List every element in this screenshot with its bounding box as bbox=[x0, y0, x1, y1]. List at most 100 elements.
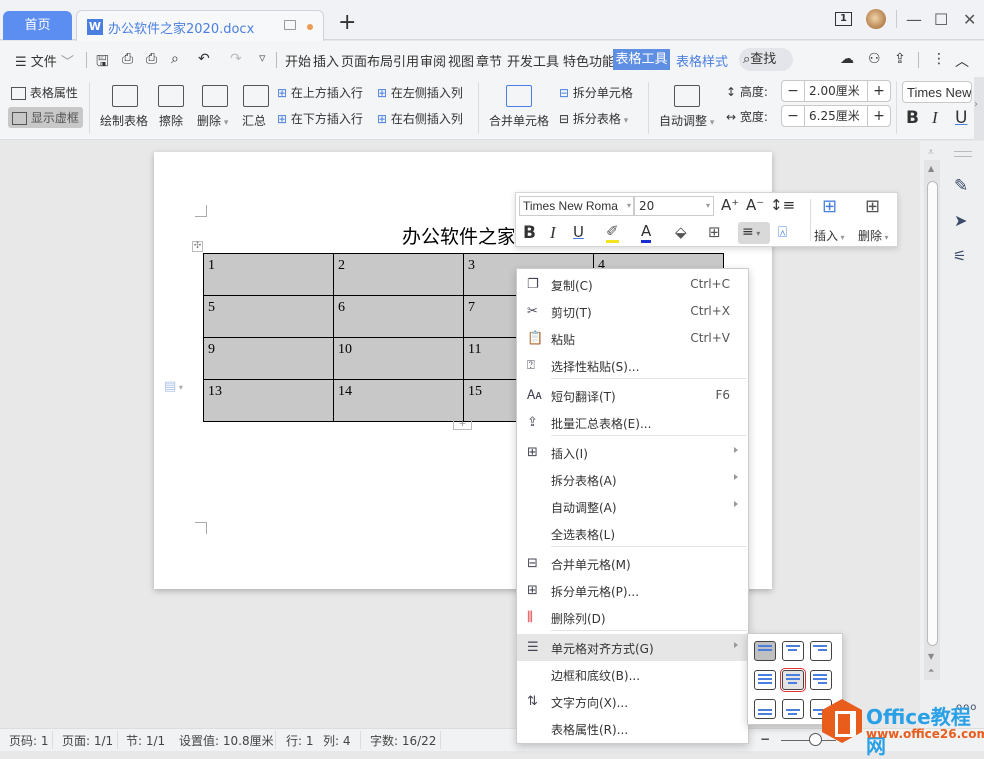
format-painter-icon[interactable]: ⍓ bbox=[778, 223, 787, 241]
more-icon[interactable]: ⋮ bbox=[932, 51, 946, 67]
share-icon[interactable]: ⇪ bbox=[894, 51, 906, 67]
tab-page-layout[interactable]: 页面布局 bbox=[341, 51, 393, 70]
align-top-left-button[interactable] bbox=[754, 641, 776, 661]
delete-button[interactable]: 删除 ▾ bbox=[197, 112, 228, 129]
pane-split-icon[interactable]: ⩡ bbox=[928, 147, 934, 158]
merge-cells-button[interactable]: 合并单元格 bbox=[489, 112, 549, 129]
context-menu-item[interactable]: ✂ 剪切(T) Ctrl+X bbox=[517, 298, 748, 325]
undo-icon[interactable]: ↶ bbox=[198, 51, 210, 67]
table-cell[interactable]: 6 bbox=[333, 295, 464, 338]
search-button[interactable]: ⌕查找 bbox=[739, 48, 793, 71]
split-table-button[interactable]: ⊟ 拆分表格 ▾ bbox=[559, 110, 628, 127]
context-menu-item[interactable]: ⫼ 删除列(D) bbox=[517, 604, 748, 631]
document-title[interactable]: 办公软件之家2020 bbox=[402, 222, 514, 249]
print-preview-icon[interactable]: ⌕ bbox=[171, 51, 179, 67]
tab-chapter[interactable]: 章节 bbox=[476, 51, 502, 70]
column-width-input[interactable]: 6.25厘米 bbox=[804, 106, 868, 126]
context-menu-item[interactable]: 拆分表格(A) bbox=[517, 466, 748, 493]
auto-fit-button[interactable]: 自动调整 ▾ bbox=[659, 112, 714, 129]
new-tab-button[interactable]: + bbox=[338, 12, 356, 34]
minimize-button[interactable]: — bbox=[906, 10, 922, 29]
status-row[interactable]: 行: 1 bbox=[286, 732, 314, 749]
mini-delete-button[interactable]: 删除 ▾ bbox=[858, 227, 889, 244]
ribbon-scroll-right-button[interactable]: › bbox=[974, 77, 984, 140]
table-cell[interactable]: 10 bbox=[333, 337, 464, 380]
status-column[interactable]: 列: 4 bbox=[323, 732, 351, 749]
add-row-button[interactable]: + bbox=[453, 419, 472, 430]
tab-developer[interactable]: 开发工具 bbox=[507, 51, 559, 70]
align-dropdown-button[interactable]: ≡ ▾ bbox=[738, 222, 770, 244]
tab-table-tools[interactable]: 表格工具 bbox=[613, 49, 670, 70]
save-icon[interactable]: 🖫 bbox=[96, 51, 109, 76]
decrease-width-button[interactable]: − bbox=[782, 108, 804, 124]
increase-height-button[interactable]: + bbox=[868, 83, 890, 99]
maximize-button[interactable]: ☐ bbox=[934, 10, 948, 29]
mini-size-select[interactable]: 20 ▾ bbox=[634, 196, 714, 216]
tab-document[interactable]: W 办公软件之家2020.docx bbox=[76, 10, 324, 41]
tab-view[interactable]: 视图 bbox=[448, 51, 474, 70]
shrink-font-icon[interactable]: A⁻ bbox=[746, 196, 764, 214]
context-menu-item[interactable]: ⊟ 合并单元格(M) bbox=[517, 550, 748, 577]
add-user-icon[interactable]: ⚇ bbox=[868, 51, 881, 67]
decrease-height-button[interactable]: − bbox=[782, 83, 804, 99]
align-middle-left-button[interactable] bbox=[754, 670, 776, 690]
tab-features[interactable]: 特色功能 bbox=[563, 51, 615, 70]
draw-table-button[interactable]: 绘制表格 bbox=[100, 112, 148, 129]
collapse-ribbon-icon[interactable]: ︿ bbox=[955, 51, 969, 71]
table-cell[interactable]: 9 bbox=[203, 337, 334, 380]
mini-underline-icon[interactable]: U bbox=[573, 223, 584, 241]
row-height-stepper[interactable]: − 2.00厘米 + bbox=[781, 80, 891, 102]
tab-review[interactable]: 审阅 bbox=[420, 51, 446, 70]
scroll-down-arrow-icon[interactable]: ▼ bbox=[928, 652, 934, 661]
insert-col-left-button[interactable]: ⊞ 在左侧插入列 bbox=[377, 84, 463, 101]
align-middle-center-button[interactable] bbox=[780, 668, 806, 692]
scrollbar-thumb[interactable] bbox=[927, 181, 938, 646]
table-move-handle[interactable]: ✣ bbox=[192, 241, 203, 252]
shading-icon[interactable]: ⬙ bbox=[675, 223, 687, 241]
export-icon[interactable]: ⎙ bbox=[122, 51, 133, 67]
zoom-slider-handle[interactable] bbox=[809, 733, 822, 746]
print-icon[interactable]: ⎙ bbox=[146, 51, 157, 67]
file-menu[interactable]: ☰ 文件 ﹀ bbox=[15, 51, 74, 70]
font-color-icon[interactable]: A bbox=[641, 223, 652, 243]
align-middle-right-button[interactable] bbox=[810, 670, 832, 690]
split-cells-button[interactable]: ⊟ 拆分单元格 bbox=[559, 84, 633, 101]
redo-icon[interactable]: ↷ bbox=[230, 51, 242, 67]
table-cell[interactable]: 2 bbox=[333, 253, 464, 296]
context-menu-item[interactable]: ☰ 单元格对齐方式(G) bbox=[517, 634, 748, 661]
insert-col-right-button[interactable]: ⊞ 在右侧插入列 bbox=[377, 110, 463, 127]
status-section[interactable]: 节: 1/1 bbox=[126, 732, 165, 749]
status-pages[interactable]: 页面: 1/1 bbox=[62, 732, 113, 749]
table-properties-button[interactable]: 表格属性 bbox=[11, 84, 78, 101]
row-height-input[interactable]: 2.00厘米 bbox=[804, 81, 868, 101]
align-bottom-left-button[interactable] bbox=[754, 699, 776, 719]
adjust-settings-icon[interactable]: ⚟ bbox=[953, 247, 966, 265]
context-menu-item[interactable]: 全选表格(L) bbox=[517, 520, 748, 547]
status-page-number[interactable]: 页码: 1 bbox=[9, 732, 49, 749]
bold-button[interactable]: B bbox=[906, 108, 919, 128]
window-count-badge[interactable]: 1 bbox=[835, 12, 852, 26]
context-menu-item[interactable]: ⇪ 批量汇总表格(E)... bbox=[517, 409, 748, 436]
context-menu-item[interactable]: 📋 粘贴 Ctrl+V bbox=[517, 325, 748, 352]
borders-icon[interactable]: ⊞ bbox=[708, 223, 721, 241]
context-menu-item[interactable]: ⇅ 文字方向(X)... bbox=[517, 688, 748, 715]
insert-row-below-button[interactable]: ⊞ 在下方插入行 bbox=[277, 110, 363, 127]
table-cell[interactable]: 5 bbox=[203, 295, 334, 338]
context-menu-item[interactable]: ⊞ 插入(I) bbox=[517, 439, 748, 466]
table-cell[interactable]: 14 bbox=[333, 379, 464, 422]
tab-references[interactable]: 引用 bbox=[393, 51, 419, 70]
previous-page-icon[interactable]: ⏶ bbox=[928, 666, 934, 676]
zoom-out-button[interactable]: − bbox=[760, 732, 770, 746]
align-top-center-button[interactable] bbox=[782, 641, 804, 661]
italic-button[interactable]: I bbox=[932, 108, 938, 128]
close-button[interactable]: ✕ bbox=[963, 10, 976, 29]
tab-table-style[interactable]: 表格样式 bbox=[676, 51, 728, 70]
insert-row-above-button[interactable]: ⊞ 在上方插入行 bbox=[277, 84, 363, 101]
scroll-up-arrow-icon[interactable]: ▲ bbox=[928, 164, 934, 173]
line-spacing-icon[interactable]: ↕≡ bbox=[770, 196, 795, 214]
erase-button[interactable]: 擦除 bbox=[159, 112, 183, 129]
summary-button[interactable]: 汇总 bbox=[242, 112, 266, 129]
select-cursor-icon[interactable]: ➤ bbox=[954, 211, 967, 230]
align-top-right-button[interactable] bbox=[810, 641, 832, 661]
mini-italic-icon[interactable]: I bbox=[550, 223, 556, 243]
